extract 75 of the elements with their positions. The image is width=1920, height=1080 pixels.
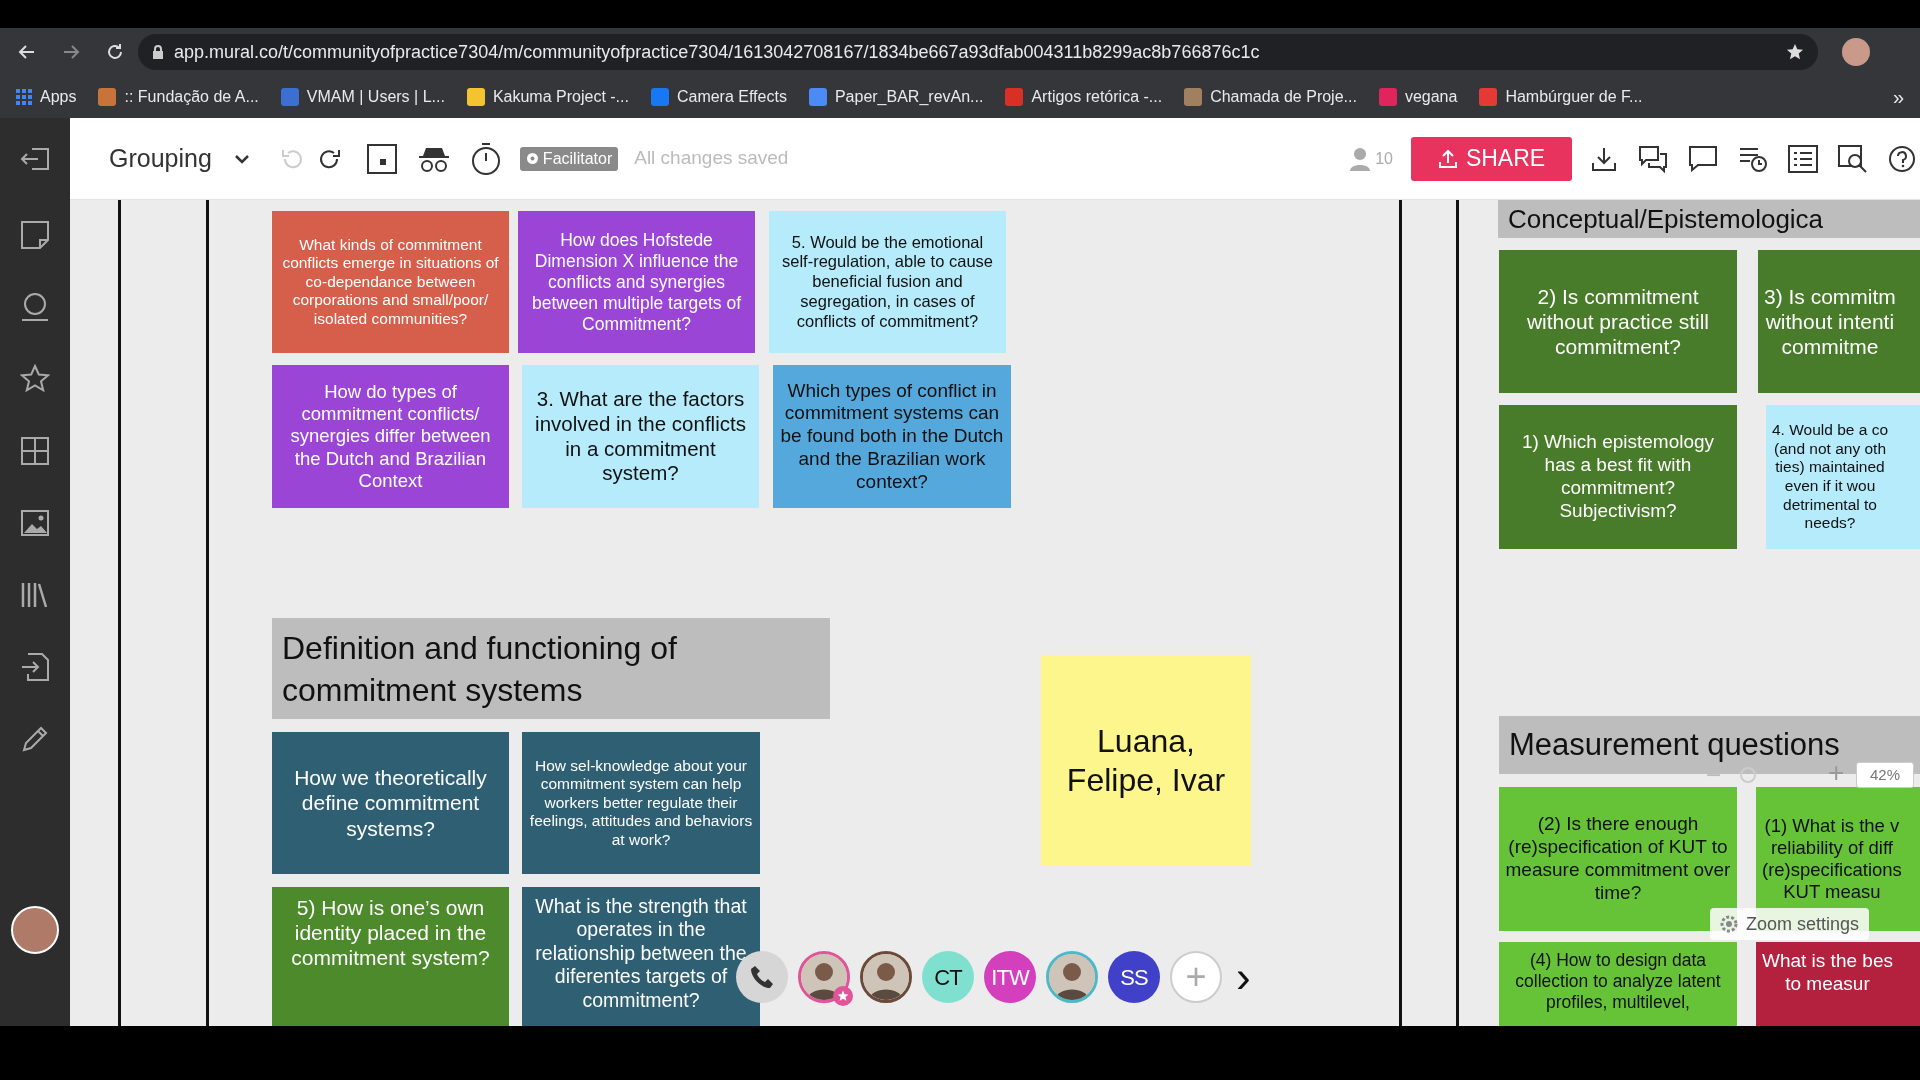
section-header: Conceptual/Epistemologica bbox=[1498, 200, 1920, 238]
collaborator-avatar[interactable] bbox=[860, 951, 912, 1003]
profile-avatar[interactable] bbox=[1842, 38, 1870, 66]
zoom-settings-button[interactable]: Zoom settings bbox=[1710, 908, 1870, 940]
sticky-note[interactable]: What kinds of commitment conflicts emerge in situations of co-dependance between corporations and small/poor/ isolated communities? bbox=[272, 211, 509, 353]
facilitator-label: Facilitator bbox=[542, 148, 613, 169]
bookmark-link[interactable]: Apps bbox=[40, 85, 77, 109]
sticky-note[interactable]: What is the strength that operates in the relationship between the diferentes targets of commitment? bbox=[522, 887, 760, 1026]
reload-icon[interactable] bbox=[106, 43, 124, 61]
library-icon[interactable] bbox=[20, 580, 50, 610]
comment-icon[interactable] bbox=[1688, 144, 1718, 173]
save-status: All changes saved bbox=[634, 146, 789, 171]
sticky-note[interactable]: 3) Is commitm without intenti commitme bbox=[1758, 250, 1920, 393]
sticky-note[interactable]: Which types of conflict in commitment systems can be found both in the Dutch and the Brazilian work context? bbox=[773, 365, 1011, 508]
board-title[interactable]: Grouping bbox=[109, 139, 212, 178]
image-icon[interactable] bbox=[20, 508, 50, 538]
import-icon[interactable] bbox=[20, 652, 50, 682]
next-button[interactable]: › bbox=[1236, 955, 1251, 999]
sticky-note[interactable]: 5) How is one’s own identity placed in the commitment system? bbox=[272, 887, 509, 1026]
bookmark-link[interactable]: vegana bbox=[1404, 85, 1458, 109]
participant-count: 10 bbox=[1375, 148, 1393, 169]
more-bookmarks-button[interactable]: » bbox=[1892, 82, 1904, 112]
sticky-note[interactable]: What is the bes to measur bbox=[1756, 942, 1920, 1026]
url-text: app.mural.co/t/communityofpractice7304/m/communityofpractice7304/1613042708167/1834be667a93dfab004311b8299ac8b766876c1c bbox=[174, 40, 1260, 64]
chat-icon[interactable] bbox=[1638, 144, 1668, 173]
sticky-note[interactable]: How do types of commitment conflicts/ synergies differ between the Dutch and Brazilian Context bbox=[272, 365, 509, 508]
sticky-note[interactable]: (4) How to design data collection to analyze latent profiles, multilevel, bbox=[1499, 942, 1737, 1026]
section-header-text: Definition and functioning of commitment systems bbox=[282, 628, 678, 710]
chevron-down-icon[interactable] bbox=[233, 153, 250, 164]
bookmark-link[interactable]: Hambúrguer de F... bbox=[1505, 85, 1643, 109]
bookmark-link[interactable]: :: Fundação de A... bbox=[124, 85, 259, 109]
back-icon[interactable] bbox=[18, 43, 36, 61]
phone-icon bbox=[749, 964, 775, 990]
zoom-slider-handle[interactable] bbox=[1740, 767, 1756, 783]
bookmark-link[interactable]: Chamada de Proje... bbox=[1210, 85, 1357, 109]
help-icon[interactable] bbox=[1888, 144, 1916, 173]
gear-icon bbox=[1720, 915, 1738, 933]
sticky-note[interactable]: 2) Is commitment without practice still commitment? bbox=[1499, 250, 1737, 393]
sticky-note-icon[interactable] bbox=[20, 220, 50, 250]
share-button[interactable]: SHARE bbox=[1411, 136, 1572, 181]
outline-icon[interactable] bbox=[1788, 144, 1818, 173]
sidebar-toggle-icon[interactable] bbox=[0, 117, 70, 200]
star-icon[interactable] bbox=[1786, 43, 1804, 61]
sticky-note[interactable]: 1) Which epistemology has a best fit with commitment? Subjectivism? bbox=[1499, 405, 1737, 549]
collaborator-avatar[interactable]: SS bbox=[1108, 951, 1160, 1003]
sticky-note[interactable]: 4. Would be a co (and not any oth ties) maintained even if it wou detrimental to needs? bbox=[1766, 405, 1920, 549]
upload-icon bbox=[1437, 148, 1458, 169]
bookmark-link[interactable]: Kakuma Project -... bbox=[492, 85, 629, 109]
bookmark-link[interactable]: Artigos retórica -... bbox=[1031, 85, 1163, 109]
collaborator-avatar[interactable] bbox=[798, 951, 850, 1003]
sticky-note[interactable]: 3. What are the factors involved in the conflicts in a commitment system? bbox=[522, 365, 759, 508]
sticky-note[interactable]: How does Hofstede Dimension X influence the conflicts and synergies between multiple targets of Commitment? bbox=[518, 211, 755, 353]
address-bar[interactable]: app.mural.co/t/communityofpractice7304/m/communityofpractice7304/1613042708167/1834be667a93dfab004311b8299ac8b766876c1c bbox=[138, 34, 1818, 70]
bookmark-link[interactable]: VMAM | Users | L... bbox=[306, 85, 445, 109]
shapes-icon[interactable] bbox=[20, 292, 50, 322]
collaborator-avatar[interactable] bbox=[1046, 951, 1098, 1003]
bookmark-link[interactable]: Paper_BAR_revAn... bbox=[834, 85, 984, 109]
star-icon[interactable] bbox=[20, 364, 50, 394]
grid-icon[interactable] bbox=[20, 436, 50, 466]
collaborator-avatar[interactable]: ITW bbox=[984, 951, 1036, 1003]
sticky-note[interactable]: 5. Would be the emotional self-regulation, able to cause beneficial fusion and segregation, in cases of conflicts of commitment? bbox=[769, 211, 1006, 353]
sticky-note[interactable]: Luana, Felipe, Ivar bbox=[1041, 655, 1251, 866]
gear-icon bbox=[525, 152, 539, 165]
user-avatar[interactable] bbox=[11, 906, 59, 954]
sticky-note[interactable]: (2) Is there enough (re)specification of KUT to measure commitment over time? bbox=[1499, 787, 1737, 931]
lock-icon bbox=[152, 44, 164, 60]
bookmark-link[interactable]: Camera Effects bbox=[676, 85, 787, 109]
timer-icon[interactable] bbox=[469, 141, 502, 176]
forward-icon[interactable] bbox=[62, 43, 80, 61]
pencil-icon[interactable] bbox=[20, 724, 50, 754]
sticky-note[interactable]: How sel-knowledge about your commitment system can help workers better regulate their feelings, attitudes and behaviors at work? bbox=[522, 732, 760, 874]
search-icon[interactable] bbox=[1838, 144, 1868, 173]
sticky-note-icon[interactable] bbox=[365, 142, 398, 175]
collaborator-avatar[interactable]: CT bbox=[922, 951, 974, 1003]
sticky-note[interactable]: How we theoretically define commitment systems? bbox=[272, 732, 509, 874]
